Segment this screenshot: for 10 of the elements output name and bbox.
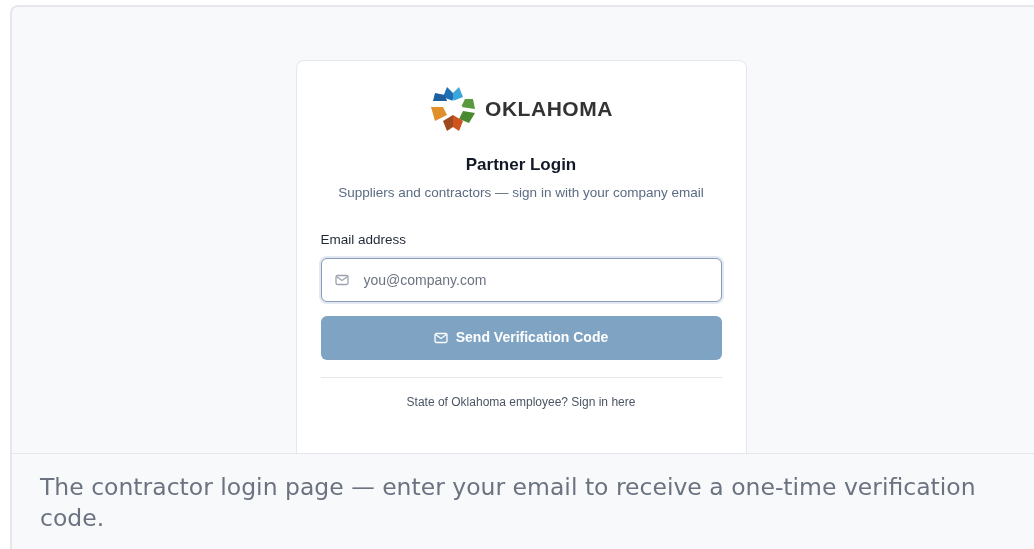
mail-icon [334,273,349,286]
logo-wordmark: OKLAHOMA [485,96,613,123]
page-heading: Partner Login [465,154,577,176]
employee-sign-in-link[interactable]: State of Oklahoma employee? Sign in here [406,392,636,411]
email-field[interactable]: you@company.com [320,257,722,302]
star-logo-icon [429,85,478,133]
subtitle-text: Suppliers and contractors — sign in with your company email [337,183,705,202]
caption-text: The contractor login page — enter your email to receive a one-time verification code. [40,472,977,534]
field-label: Email address [320,230,408,249]
mail-icon [433,331,448,344]
